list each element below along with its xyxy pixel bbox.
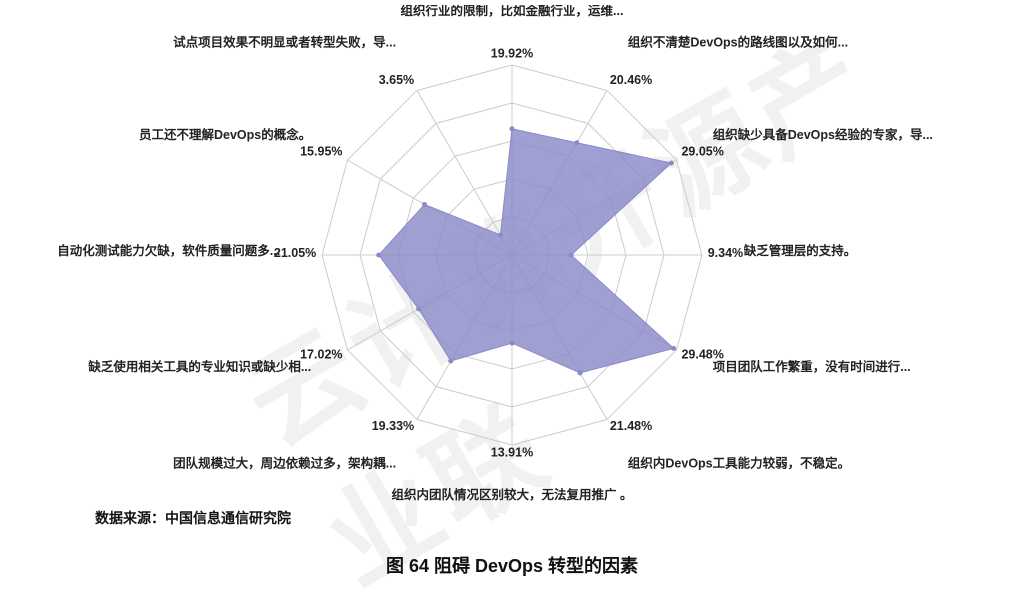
- value-label: 21.05%: [274, 246, 316, 260]
- value-label: 15.95%: [300, 145, 342, 159]
- axis-label: 缺乏使用相关工具的专业知识或缺少相...: [88, 359, 311, 374]
- chart-title: 图 64 阻碍 DevOps 转型的因素: [0, 552, 1024, 578]
- data-point: [416, 306, 421, 311]
- data-point: [422, 202, 427, 207]
- value-label: 29.05%: [681, 145, 723, 159]
- axis-label: 团队规模过大，周边依赖过多，架构耦...: [173, 456, 396, 471]
- axis-label: 组织内团队情况区别较大，无法复用推广 。: [392, 487, 633, 502]
- data-point: [510, 126, 515, 131]
- axis-label: 项目团队工作繁重，没有时间进行...: [713, 359, 911, 374]
- data-point: [510, 341, 515, 346]
- value-label: 19.92%: [491, 47, 533, 61]
- axis-label: 试点项目效果不明显或者转型失败，导...: [173, 34, 396, 49]
- axis-label: 缺乏管理层的支持。: [744, 243, 857, 258]
- radar-svg: 19.92%20.46%29.05%9.34%29.48%21.48%13.91…: [0, 5, 1024, 505]
- value-label: 3.65%: [379, 73, 414, 87]
- value-label: 9.34%: [708, 246, 743, 260]
- data-point: [376, 253, 381, 258]
- radar-chart: 19.92%20.46%29.05%9.34%29.48%21.48%13.91…: [0, 5, 1024, 505]
- axis-label: 员工还不理解DevOps的概念。: [139, 127, 311, 142]
- axis-label: 组织行业的限制，比如金融行业，运维...: [401, 5, 624, 18]
- axis-label: 组织不清楚DevOps的路线图以及如何...: [628, 34, 848, 49]
- axis-label: 自动化测试能力欠缺，软件质量问题多...: [57, 243, 280, 258]
- value-label: 20.46%: [610, 73, 652, 87]
- data-point: [448, 359, 453, 364]
- value-label: 19.33%: [372, 419, 414, 433]
- data-point: [574, 140, 579, 145]
- axis-label: 组织缺少具备DevOps经验的专家，导...: [713, 127, 933, 142]
- data-source-label: 数据来源：中国信息通信研究院: [95, 508, 291, 528]
- radar-series: [379, 129, 674, 373]
- data-point: [578, 370, 583, 375]
- value-label: 21.48%: [610, 419, 652, 433]
- value-label: 13.91%: [491, 445, 533, 459]
- data-point: [498, 232, 503, 237]
- data-point: [669, 161, 674, 166]
- axis-label: 组织内DevOps工具能力较弱，不稳定。: [628, 456, 850, 471]
- data-point: [671, 346, 676, 351]
- data-point: [569, 253, 574, 258]
